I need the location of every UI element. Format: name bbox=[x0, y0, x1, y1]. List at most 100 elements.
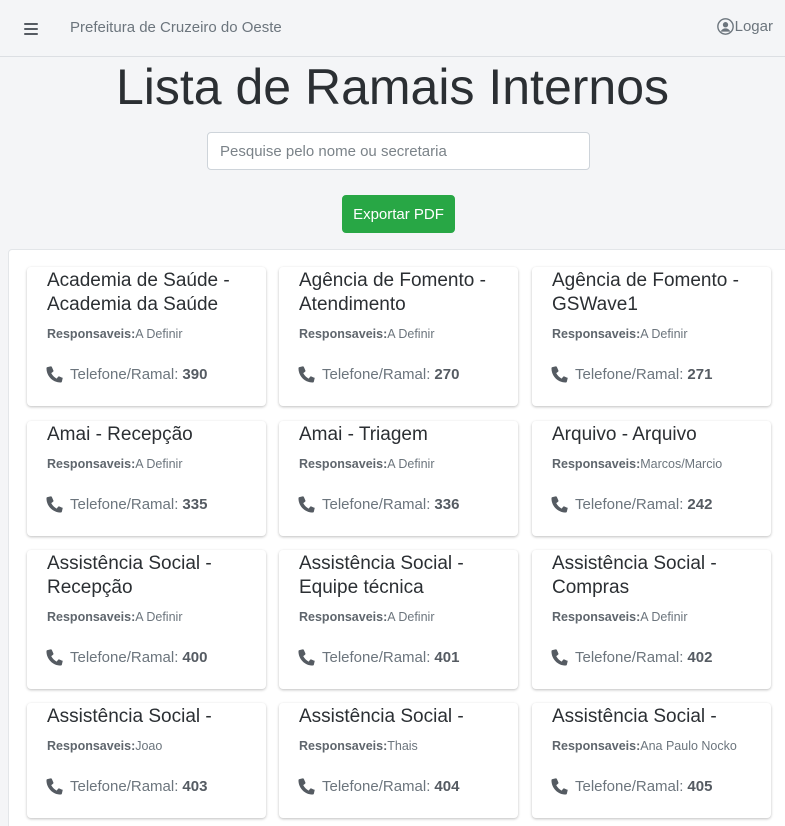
phone-label: Telefone/Ramal: bbox=[70, 777, 179, 795]
responsaveis-label: Responsaveis: bbox=[299, 610, 388, 624]
card-phone: Telefone/Ramal: 336 bbox=[296, 493, 459, 515]
phone-icon bbox=[44, 646, 66, 668]
card-responsaveis: Responsaveis:A Definir bbox=[299, 610, 434, 624]
card-phone: Telefone/Ramal: 242 bbox=[549, 493, 712, 515]
card-responsaveis: Responsaveis:Joao bbox=[47, 739, 162, 753]
phone-icon bbox=[549, 646, 571, 668]
card-title: Academia de Saúde - Academia da Saúde bbox=[47, 270, 230, 315]
responsaveis-value: A Definir bbox=[135, 327, 183, 341]
card-title: Agência de Fomento - GSWave1 bbox=[552, 270, 739, 315]
phone-label: Telefone/Ramal: bbox=[575, 365, 684, 383]
card-responsaveis: Responsaveis:Thais bbox=[299, 739, 418, 753]
card-responsaveis: Responsaveis:A Definir bbox=[299, 327, 434, 341]
card-responsaveis: Responsaveis:Ana Paulo Nocko bbox=[552, 739, 737, 753]
phone-label: Telefone/Ramal: bbox=[322, 495, 431, 513]
extension-card[interactable]: Assistência Social - Recepção Responsave… bbox=[27, 550, 266, 689]
extension-card[interactable]: Amai - Triagem Responsaveis:A Definir Te… bbox=[279, 421, 518, 536]
brand-title[interactable]: Prefeitura de Cruzeiro do Oeste bbox=[70, 19, 282, 36]
responsaveis-value: A Definir bbox=[135, 610, 183, 624]
top-navbar: Prefeitura de Cruzeiro do Oeste Logar bbox=[0, 0, 785, 57]
phone-icon bbox=[44, 775, 66, 797]
hamburger-menu-icon[interactable] bbox=[18, 16, 44, 42]
responsaveis-value: Thais bbox=[387, 739, 418, 753]
user-circle-icon bbox=[716, 18, 734, 35]
card-title: Assistência Social - bbox=[552, 706, 717, 727]
ramal-value: 400 bbox=[182, 648, 208, 666]
phone-label: Telefone/Ramal: bbox=[70, 495, 179, 513]
responsaveis-value: A Definir bbox=[387, 610, 435, 624]
phone-label: Telefone/Ramal: bbox=[575, 777, 684, 795]
extension-card[interactable]: Assistência Social - Responsaveis:Ana Pa… bbox=[532, 703, 771, 818]
extension-card[interactable]: Assistência Social - Responsaveis:Joao T… bbox=[27, 703, 266, 818]
card-responsaveis: Responsaveis:A Definir bbox=[552, 327, 687, 341]
phone-label: Telefone/Ramal: bbox=[575, 495, 684, 513]
ramal-value: 405 bbox=[687, 777, 713, 795]
responsaveis-label: Responsaveis: bbox=[552, 327, 641, 341]
phone-label: Telefone/Ramal: bbox=[575, 648, 684, 666]
responsaveis-value: A Definir bbox=[135, 457, 183, 471]
extension-card[interactable]: Assistência Social - Responsaveis:Thais … bbox=[279, 703, 518, 818]
card-title: Amai - Recepção bbox=[47, 424, 193, 445]
responsaveis-value: A Definir bbox=[640, 327, 688, 341]
phone-icon bbox=[549, 493, 571, 515]
phone-icon bbox=[296, 646, 318, 668]
responsaveis-label: Responsaveis: bbox=[552, 610, 641, 624]
ramal-value: 336 bbox=[434, 495, 460, 513]
card-phone: Telefone/Ramal: 404 bbox=[296, 775, 459, 797]
card-phone: Telefone/Ramal: 402 bbox=[549, 646, 712, 668]
card-title: Assistência Social - bbox=[47, 706, 212, 727]
search-input[interactable] bbox=[207, 132, 590, 170]
login-label: Logar bbox=[734, 18, 773, 35]
responsaveis-label: Responsaveis: bbox=[47, 610, 136, 624]
extension-card[interactable]: Arquivo - Arquivo Responsaveis:Marcos/Ma… bbox=[532, 421, 771, 536]
ramal-value: 242 bbox=[687, 495, 713, 513]
phone-icon bbox=[296, 493, 318, 515]
card-phone: Telefone/Ramal: 401 bbox=[296, 646, 459, 668]
responsaveis-label: Responsaveis: bbox=[47, 327, 136, 341]
responsaveis-label: Responsaveis: bbox=[552, 739, 641, 753]
phone-icon bbox=[549, 363, 571, 385]
ramal-value: 402 bbox=[687, 648, 713, 666]
card-phone: Telefone/Ramal: 271 bbox=[549, 363, 712, 385]
card-title: Assistência Social - bbox=[299, 706, 464, 727]
extension-card[interactable]: Academia de Saúde - Academia da Saúde Re… bbox=[27, 267, 266, 406]
phone-label: Telefone/Ramal: bbox=[322, 365, 431, 383]
extension-card[interactable]: Amai - Recepção Responsaveis:A Definir T… bbox=[27, 421, 266, 536]
card-responsaveis: Responsaveis:A Definir bbox=[552, 610, 687, 624]
extension-card[interactable]: Assistência Social - Compras Responsavei… bbox=[532, 550, 771, 689]
card-phone: Telefone/Ramal: 390 bbox=[44, 363, 207, 385]
card-responsaveis: Responsaveis:A Definir bbox=[299, 457, 434, 471]
ramal-value: 390 bbox=[182, 365, 208, 383]
responsaveis-value: Marcos/Marcio bbox=[640, 457, 723, 471]
card-responsaveis: Responsaveis:A Definir bbox=[47, 610, 182, 624]
phone-icon bbox=[44, 493, 66, 515]
extension-card[interactable]: Assistência Social - Equipe técnica Resp… bbox=[279, 550, 518, 689]
responsaveis-label: Responsaveis: bbox=[299, 457, 388, 471]
card-title: Agência de Fomento - Atendimento bbox=[299, 270, 486, 315]
export-pdf-button[interactable]: Exportar PDF bbox=[342, 195, 455, 233]
page-title: Lista de Ramais Internos bbox=[115, 59, 670, 115]
ramal-value: 335 bbox=[182, 495, 208, 513]
phone-label: Telefone/Ramal: bbox=[322, 777, 431, 795]
ramal-value: 401 bbox=[434, 648, 460, 666]
login-link[interactable]: Logar bbox=[716, 18, 773, 35]
phone-label: Telefone/Ramal: bbox=[70, 365, 179, 383]
card-title: Amai - Triagem bbox=[299, 424, 428, 445]
phone-icon bbox=[44, 363, 66, 385]
responsaveis-label: Responsaveis: bbox=[552, 457, 641, 471]
responsaveis-value: Joao bbox=[135, 739, 163, 753]
card-phone: Telefone/Ramal: 403 bbox=[44, 775, 207, 797]
extension-card[interactable]: Agência de Fomento - Atendimento Respons… bbox=[279, 267, 518, 406]
card-title: Assistência Social - Equipe técnica bbox=[299, 553, 464, 598]
ramal-value: 403 bbox=[182, 777, 208, 795]
card-title: Assistência Social - Recepção bbox=[47, 553, 212, 598]
responsaveis-value: Ana Paulo Nocko bbox=[640, 739, 737, 753]
responsaveis-value: A Definir bbox=[640, 610, 688, 624]
card-responsaveis: Responsaveis:Marcos/Marcio bbox=[552, 457, 722, 471]
phone-label: Telefone/Ramal: bbox=[322, 648, 431, 666]
phone-icon bbox=[296, 775, 318, 797]
phone-icon bbox=[296, 363, 318, 385]
extension-card[interactable]: Agência de Fomento - GSWave1 Responsavei… bbox=[532, 267, 771, 406]
phone-label: Telefone/Ramal: bbox=[70, 648, 179, 666]
card-phone: Telefone/Ramal: 400 bbox=[44, 646, 207, 668]
